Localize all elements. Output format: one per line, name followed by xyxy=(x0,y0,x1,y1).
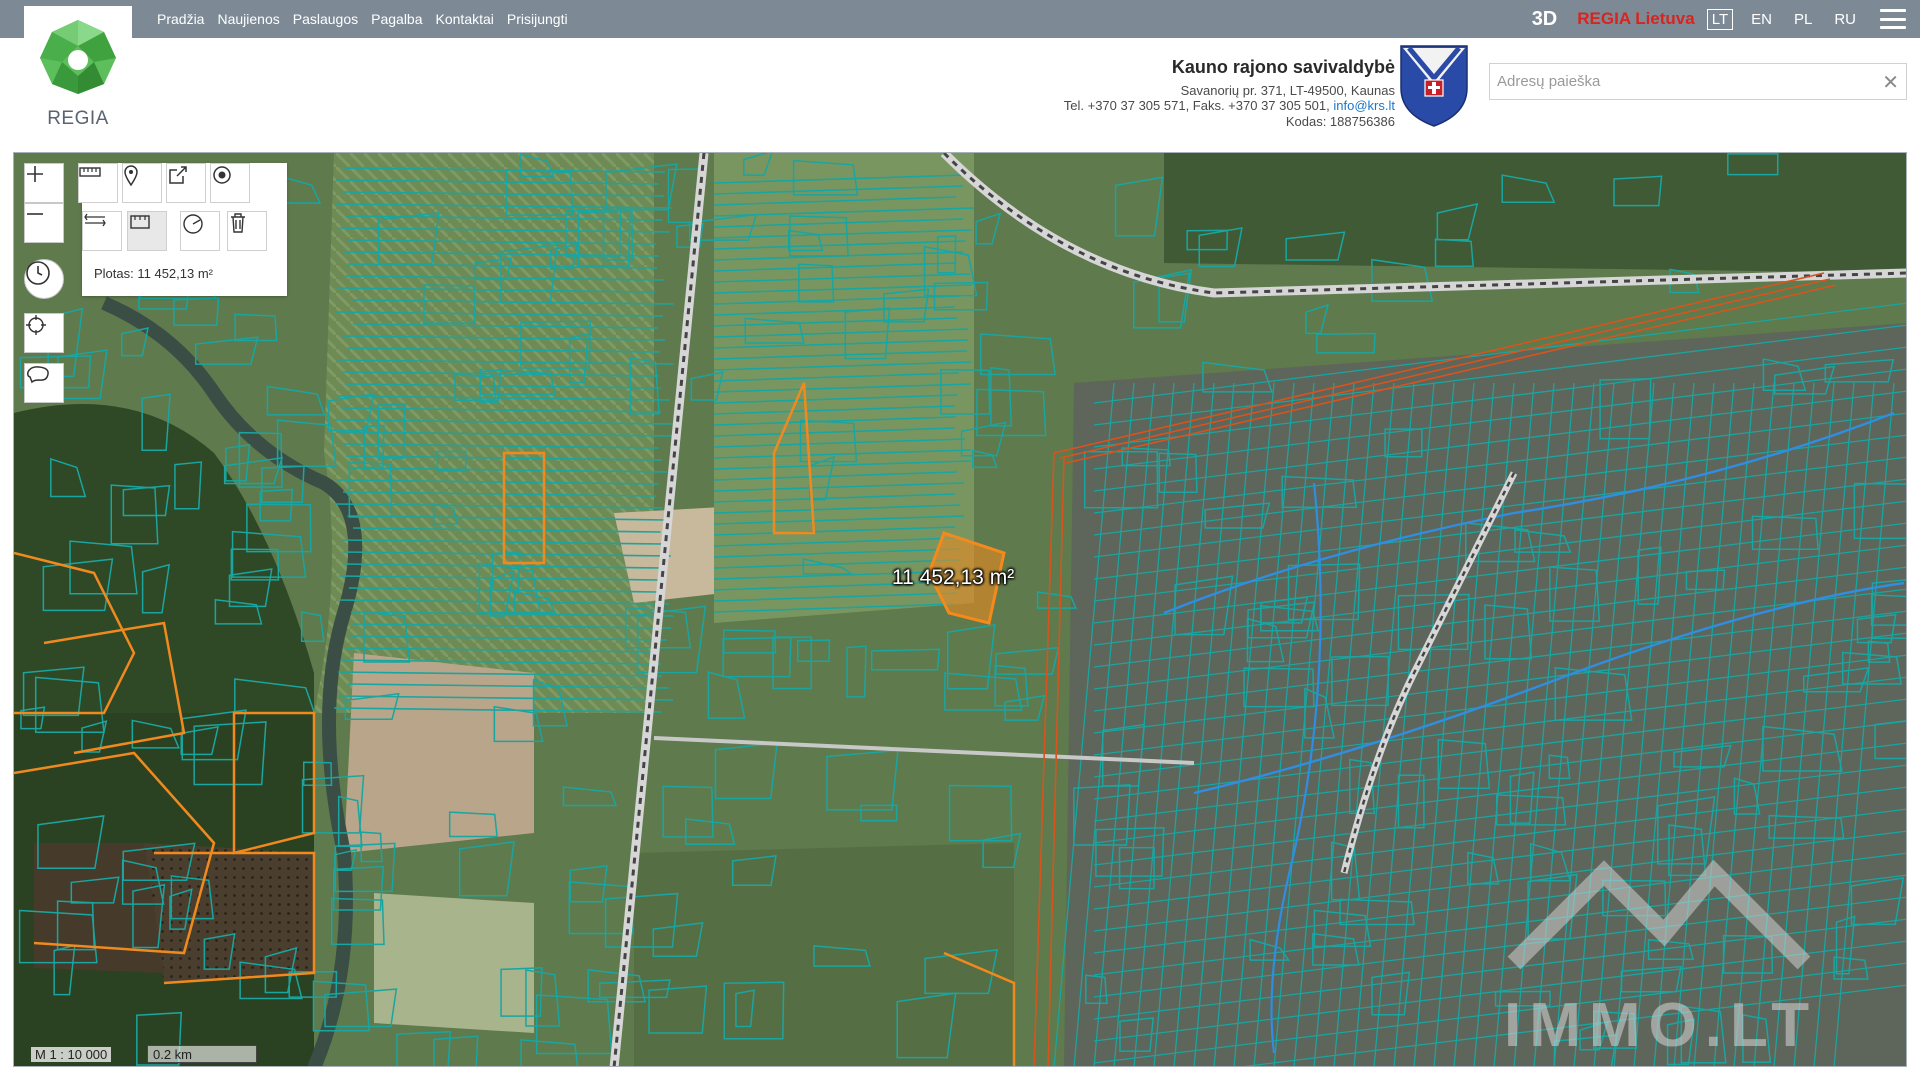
organization-code: Kodas: 188756386 xyxy=(1285,113,1395,129)
organization-info: Kauno rajono savivaldybė Savanorių pr. 3… xyxy=(1063,57,1395,129)
top-navigation-bar: Pradžia Naujienos Paslaugos Pagalba Kont… xyxy=(0,0,1920,38)
clear-measurements-tool[interactable] xyxy=(227,211,267,251)
svg-text:IMMO.LT: IMMO.LT xyxy=(1504,991,1817,1060)
language-lt-button[interactable]: LT xyxy=(1706,8,1734,30)
organization-phone: Tel. +370 37 305 571, Faks. +370 37 305 … xyxy=(1063,98,1330,113)
nav-services-link[interactable]: Paslaugos xyxy=(293,11,358,27)
plus-icon xyxy=(27,166,43,182)
draw-shape-button[interactable] xyxy=(24,363,64,403)
nav-help-link[interactable]: Pagalba xyxy=(371,11,422,27)
minus-icon xyxy=(27,213,43,215)
address-search: ✕ xyxy=(1489,63,1907,100)
nav-news-link[interactable]: Naujienos xyxy=(217,11,279,27)
line-measure-icon xyxy=(84,213,106,227)
language-pl-button[interactable]: PL xyxy=(1790,10,1816,29)
language-ru-button[interactable]: RU xyxy=(1830,10,1860,29)
regia-logo-icon xyxy=(40,20,116,94)
3d-view-button[interactable]: 3D xyxy=(1532,8,1558,31)
top-right-controls: 3D REGIA Lietuva LT EN PL RU xyxy=(1532,0,1920,38)
target-icon xyxy=(213,166,231,184)
address-search-input[interactable] xyxy=(1490,64,1870,99)
regia-logo[interactable]: REGIA xyxy=(24,6,132,148)
regia-lietuva-link[interactable]: REGIA Lietuva xyxy=(1577,9,1694,29)
lasso-icon xyxy=(27,366,49,384)
share-icon xyxy=(169,166,187,184)
hamburger-menu-icon[interactable] xyxy=(1880,9,1906,29)
measure-tool-panel: Plotas: 11 452,13 m² xyxy=(78,163,287,296)
clear-search-icon[interactable]: ✕ xyxy=(1882,70,1899,95)
nav-login-link[interactable]: Prisijungti xyxy=(507,11,568,27)
nav-contacts-link[interactable]: Kontaktai xyxy=(436,11,494,27)
scale-ratio: M 1 : 10 000 xyxy=(31,1047,112,1062)
map-canvas[interactable]: IMMO.LT xyxy=(14,153,1907,1067)
trash-icon xyxy=(231,213,245,233)
scale-bar-label: 0.2 km xyxy=(153,1047,193,1062)
organization-name: Kauno rajono savivaldybė xyxy=(1171,57,1395,77)
measure-radius-tool[interactable] xyxy=(180,211,220,251)
logo-text: REGIA xyxy=(47,108,109,129)
zoom-out-button[interactable] xyxy=(24,203,64,243)
clock-icon xyxy=(26,261,50,285)
area-readout: Plotas: 11 452,13 m² xyxy=(94,266,213,281)
measure-area-tool[interactable] xyxy=(127,211,167,251)
coat-of-arms-icon xyxy=(1400,45,1468,127)
measurement-label: 11 452,13 m² xyxy=(892,566,1015,589)
organization-email-link[interactable]: info@krs.lt xyxy=(1333,98,1395,113)
place-marker-tool[interactable] xyxy=(122,163,162,203)
locate-button[interactable] xyxy=(24,313,64,353)
scale-bar: 0.2 km xyxy=(147,1045,257,1063)
cadastral-map[interactable]: IMMO.LT Plotas: 11 452,13 m² 11 452,13 m… xyxy=(13,152,1907,1067)
crosshair-icon xyxy=(26,315,46,335)
nav-home-link[interactable]: Pradžia xyxy=(157,11,204,27)
history-button[interactable] xyxy=(24,259,64,299)
area-measure-icon xyxy=(130,215,150,229)
measure-line-tool[interactable] xyxy=(82,211,122,251)
ruler-icon xyxy=(79,167,101,177)
radius-icon xyxy=(183,214,203,234)
zoom-in-button[interactable] xyxy=(24,163,64,203)
export-tool[interactable] xyxy=(166,163,206,203)
pin-icon xyxy=(124,165,138,186)
language-en-button[interactable]: EN xyxy=(1747,10,1776,29)
organization-address: Savanorių pr. 371, LT-49500, Kaunas xyxy=(1180,82,1395,98)
main-menu: Pradžia Naujienos Paslaugos Pagalba Kont… xyxy=(157,0,568,38)
measure-distance-tool[interactable] xyxy=(78,163,118,203)
point-tool[interactable] xyxy=(210,163,250,203)
